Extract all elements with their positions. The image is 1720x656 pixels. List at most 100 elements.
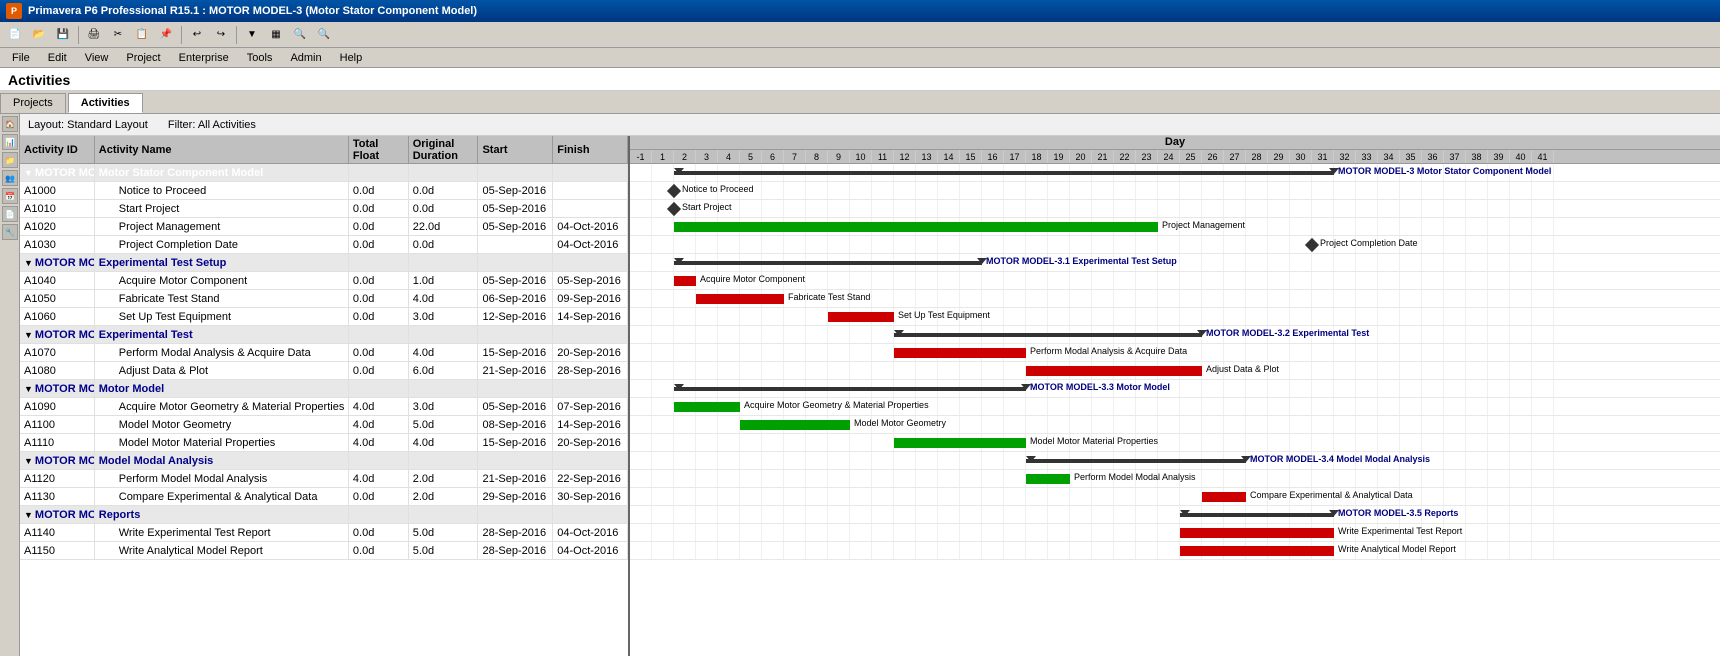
toolbar-columns[interactable]: ▦ bbox=[265, 25, 287, 45]
sidebar-report-icon[interactable]: 📄 bbox=[2, 206, 18, 222]
grid-row[interactable]: A1050Fabricate Test Stand0.0d4.0d06-Sep-… bbox=[20, 290, 628, 308]
cell-finish: 22-Sep-2016 bbox=[553, 470, 628, 487]
toolbar-zoom-in[interactable]: 🔍 bbox=[289, 25, 311, 45]
gantt-grid-cell bbox=[1334, 470, 1356, 487]
toolbar-new[interactable]: 📄 bbox=[4, 25, 26, 45]
gantt-grid-cell bbox=[1400, 182, 1422, 199]
gantt-grid-cell bbox=[1070, 524, 1092, 541]
gantt-grid-cell bbox=[982, 290, 1004, 307]
grid-row[interactable]: A1010Start Project0.0d0.0d05-Sep-2016 bbox=[20, 200, 628, 218]
grid-row[interactable]: A1130Compare Experimental & Analytical D… bbox=[20, 488, 628, 506]
grid-row[interactable]: A1150Write Analytical Model Report0.0d5.… bbox=[20, 542, 628, 560]
gantt-bar bbox=[674, 171, 1334, 175]
tab-activities[interactable]: Activities bbox=[68, 93, 143, 113]
menu-enterprise[interactable]: Enterprise bbox=[171, 50, 237, 66]
sidebar-calendar-icon[interactable]: 📅 bbox=[2, 188, 18, 204]
menu-file[interactable]: File bbox=[4, 50, 38, 66]
gantt-grid-cell bbox=[1180, 254, 1202, 271]
grid-row[interactable]: A1120Perform Model Modal Analysis4.0d2.0… bbox=[20, 470, 628, 488]
gantt-grid-cell bbox=[1510, 380, 1532, 397]
cell-actid: A1150 bbox=[20, 542, 95, 559]
menu-admin[interactable]: Admin bbox=[282, 50, 329, 66]
gantt-grid-cell bbox=[784, 326, 806, 343]
gantt-grid-cell bbox=[1092, 290, 1114, 307]
toolbar-filter[interactable]: ▼ bbox=[241, 25, 263, 45]
gantt-grid-cell bbox=[806, 488, 828, 505]
gantt-grid-cell bbox=[1400, 416, 1422, 433]
sidebar-folder-icon[interactable]: 📁 bbox=[2, 152, 18, 168]
gantt-grid-cell bbox=[828, 182, 850, 199]
gantt-grid-cell bbox=[1202, 182, 1224, 199]
grid-row[interactable]: ▼MOTOR MODEL-3Motor Stator Component Mod… bbox=[20, 164, 628, 182]
gantt-grid-cell bbox=[1070, 182, 1092, 199]
toolbar-open[interactable]: 📂 bbox=[28, 25, 50, 45]
cell-finish: 20-Sep-2016 bbox=[553, 434, 628, 451]
toolbar-save[interactable]: 💾 bbox=[52, 25, 74, 45]
gantt-grid-cell bbox=[1378, 308, 1400, 325]
grid-row[interactable]: A1070Perform Modal Analysis & Acquire Da… bbox=[20, 344, 628, 362]
gantt-grid-cell bbox=[894, 236, 916, 253]
toolbar-redo[interactable]: ↪ bbox=[210, 25, 232, 45]
cell-actname: Fabricate Test Stand bbox=[95, 290, 349, 307]
toolbar-paste[interactable]: 📌 bbox=[155, 25, 177, 45]
toolbar-copy[interactable]: 📋 bbox=[131, 25, 153, 45]
menu-edit[interactable]: Edit bbox=[40, 50, 75, 66]
gantt-grid-cell bbox=[1158, 308, 1180, 325]
gantt-bar-label: Acquire Motor Geometry & Material Proper… bbox=[744, 400, 929, 410]
gantt-grid-cell bbox=[1158, 200, 1180, 217]
grid-row[interactable]: ▼MOTOR MODEL-3.3Motor Model bbox=[20, 380, 628, 398]
grid-row[interactable]: A1080Adjust Data & Plot0.0d6.0d21-Sep-20… bbox=[20, 362, 628, 380]
sidebar-home-icon[interactable]: 🏠 bbox=[2, 116, 18, 132]
gantt-day-31: 31 bbox=[1312, 150, 1334, 163]
menu-tools[interactable]: Tools bbox=[239, 50, 281, 66]
gantt-grid-cell bbox=[1510, 182, 1532, 199]
grid-row[interactable]: A1020Project Management0.0d22.0d05-Sep-2… bbox=[20, 218, 628, 236]
sidebar-people-icon[interactable]: 👥 bbox=[2, 170, 18, 186]
gantt-row: MOTOR MODEL-3.1 Experimental Test Setup bbox=[630, 254, 1720, 272]
grid-row[interactable]: A1090Acquire Motor Geometry & Material P… bbox=[20, 398, 628, 416]
grid-row[interactable]: ▼MOTOR MODEL-3.1Experimental Test Setup bbox=[20, 254, 628, 272]
toolbar-zoom-out[interactable]: 🔍 bbox=[313, 25, 335, 45]
grid-row[interactable]: A1110Model Motor Material Properties4.0d… bbox=[20, 434, 628, 452]
toolbar-print[interactable]: 🖨 bbox=[83, 25, 105, 45]
grid-row[interactable]: A1060Set Up Test Equipment0.0d3.0d12-Sep… bbox=[20, 308, 628, 326]
grid-row[interactable]: ▼MOTOR MODEL-3.4Model Modal Analysis bbox=[20, 452, 628, 470]
gantt-grid-cell bbox=[1356, 398, 1378, 415]
gantt-bar bbox=[674, 222, 1158, 232]
gantt-bar-label: Write Analytical Model Report bbox=[1338, 544, 1456, 554]
gantt-grid-cell bbox=[1004, 362, 1026, 379]
gantt-grid-cell bbox=[894, 272, 916, 289]
menu-view[interactable]: View bbox=[77, 50, 117, 66]
gantt-grid-cell bbox=[894, 488, 916, 505]
grid-row[interactable]: ▼MOTOR MODEL-3.2Experimental Test bbox=[20, 326, 628, 344]
gantt-grid-cell bbox=[1048, 398, 1070, 415]
gantt-grid-cell bbox=[938, 470, 960, 487]
gantt-grid-cell bbox=[1488, 380, 1510, 397]
gantt-grid-cell bbox=[718, 506, 740, 523]
grid-row[interactable]: A1140Write Experimental Test Report0.0d5… bbox=[20, 524, 628, 542]
cell-finish: 30-Sep-2016 bbox=[553, 488, 628, 505]
grid-row[interactable]: A1030Project Completion Date0.0d0.0d04-O… bbox=[20, 236, 628, 254]
menu-help[interactable]: Help bbox=[332, 50, 371, 66]
toolbar-cut[interactable]: ✂ bbox=[107, 25, 129, 45]
cell-start: 29-Sep-2016 bbox=[478, 488, 553, 505]
toolbar-undo[interactable]: ↩ bbox=[186, 25, 208, 45]
gantt-grid-cell bbox=[938, 272, 960, 289]
grid-row[interactable]: A1000Notice to Proceed0.0d0.0d05-Sep-201… bbox=[20, 182, 628, 200]
tab-projects[interactable]: Projects bbox=[0, 93, 66, 113]
cell-origdur: 1.0d bbox=[409, 272, 479, 289]
gantt-grid-cell bbox=[872, 344, 894, 361]
gantt-row: Start Project bbox=[630, 200, 1720, 218]
sidebar-chart-icon[interactable]: 📊 bbox=[2, 134, 18, 150]
menu-project[interactable]: Project bbox=[118, 50, 168, 66]
grid-row[interactable]: ▼MOTOR MODEL-3.5Reports bbox=[20, 506, 628, 524]
sidebar-tools-icon[interactable]: 🔧 bbox=[2, 224, 18, 240]
sep3 bbox=[236, 26, 237, 44]
gantt-grid-cell bbox=[1532, 326, 1554, 343]
grid-row[interactable]: A1100Model Motor Geometry4.0d5.0d08-Sep-… bbox=[20, 416, 628, 434]
gantt-grid-cell bbox=[630, 542, 652, 559]
gantt-grid-cell bbox=[1356, 362, 1378, 379]
grid-row[interactable]: A1040Acquire Motor Component0.0d1.0d05-S… bbox=[20, 272, 628, 290]
gantt-grid-cell bbox=[938, 542, 960, 559]
gantt-grid-cell bbox=[652, 434, 674, 451]
